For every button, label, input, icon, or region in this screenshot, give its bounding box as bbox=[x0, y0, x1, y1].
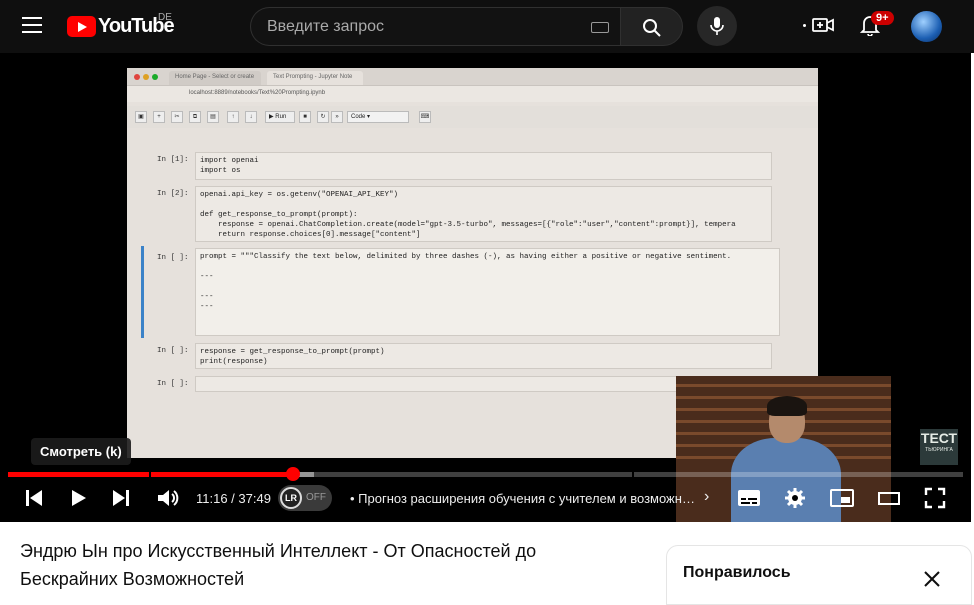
create-video-icon bbox=[812, 18, 834, 32]
move-down-icon: ↓ bbox=[245, 111, 257, 123]
chapter-divider bbox=[632, 472, 634, 477]
keyboard-shortcuts-icon: ⌨ bbox=[419, 111, 431, 123]
play-tooltip: Смотреть (k) bbox=[31, 438, 131, 465]
video-title: Эндрю Ын про Искусственный Интеллект - О… bbox=[20, 541, 537, 589]
maximize-dot-icon bbox=[152, 74, 158, 80]
previous-button[interactable] bbox=[24, 487, 44, 514]
paste-icon: ▤ bbox=[207, 111, 219, 123]
search-input[interactable] bbox=[267, 17, 567, 37]
search-box bbox=[250, 7, 620, 46]
close-icon[interactable] bbox=[923, 570, 941, 588]
progress-bar[interactable] bbox=[8, 467, 963, 481]
run-label: Run bbox=[275, 114, 287, 120]
region-label: DE bbox=[158, 12, 172, 23]
move-up-icon: ↑ bbox=[227, 111, 239, 123]
chapter-title[interactable]: • Прогноз расширения обучения с учителем… bbox=[350, 491, 696, 506]
cell-prompt: In [1]: bbox=[157, 156, 189, 164]
code-cell: response = get_response_to_prompt(prompt… bbox=[195, 343, 772, 369]
masthead: YouTube DE 9+ bbox=[0, 0, 974, 53]
save-icon: ▣ bbox=[135, 111, 147, 123]
cell-type-select: Code ▾ bbox=[347, 111, 409, 123]
url-text: localhost:8889/notebooks/Text%20Promptin… bbox=[189, 90, 326, 96]
settings-button[interactable] bbox=[784, 487, 806, 514]
lr-state: OFF bbox=[306, 492, 326, 503]
youtube-play-icon bbox=[67, 15, 96, 37]
dot-separator bbox=[803, 24, 806, 27]
next-button[interactable] bbox=[111, 487, 131, 514]
cell-type-label: Code bbox=[351, 114, 366, 120]
search-icon bbox=[643, 19, 661, 37]
chapter-divider bbox=[149, 472, 151, 477]
cut-icon: ✂ bbox=[171, 111, 183, 123]
liked-panel-title: Понравилось bbox=[683, 564, 791, 581]
skip-previous-icon bbox=[26, 490, 42, 506]
cell-prompt: In [ ]: bbox=[157, 254, 189, 262]
subtitles-button[interactable] bbox=[737, 487, 761, 514]
theater-mode-button[interactable] bbox=[877, 487, 901, 514]
theater-icon bbox=[878, 492, 900, 505]
cell-prompt: In [ ]: bbox=[157, 380, 189, 388]
progress-scrubber[interactable] bbox=[285, 467, 300, 481]
watermark-subtitle: ТЬЮРИНГА bbox=[925, 447, 953, 453]
fullscreen-icon bbox=[924, 487, 946, 509]
code-cell: openai.api_key = os.getenv("OPENAI_API_K… bbox=[195, 186, 772, 242]
code-cell: import openai import os bbox=[195, 152, 772, 180]
subtitles-icon bbox=[738, 490, 760, 506]
close-dot-icon bbox=[134, 74, 140, 80]
stop-icon: ■ bbox=[299, 111, 311, 123]
microphone-icon bbox=[710, 17, 724, 35]
mute-button[interactable] bbox=[156, 487, 180, 514]
channel-watermark[interactable]: ТЕСТ ТЬЮРИНГА bbox=[920, 429, 958, 465]
search-button[interactable] bbox=[620, 7, 683, 46]
code-cell: prompt = """Classify the text below, del… bbox=[195, 248, 780, 336]
run-button: ▶ Run bbox=[265, 111, 295, 123]
notifications-badge: 9+ bbox=[871, 11, 894, 25]
miniplayer-button[interactable] bbox=[830, 487, 854, 514]
cell-prompt: In [2]: bbox=[157, 190, 189, 198]
create-button[interactable] bbox=[812, 15, 834, 40]
language-reactor-toggle[interactable]: LR OFF bbox=[278, 485, 332, 511]
skip-next-icon bbox=[113, 490, 129, 506]
browser-tab: Text Prompting - Jupyter Note bbox=[267, 71, 363, 85]
restart-icon: ↻ bbox=[317, 111, 329, 123]
video-player[interactable]: Home Page - Select or create Text Prompt… bbox=[0, 53, 971, 522]
miniplayer-icon bbox=[830, 489, 854, 507]
browser-tab-bar: Home Page - Select or create Text Prompt… bbox=[127, 68, 818, 86]
cell-prompt: In [ ]: bbox=[157, 347, 189, 355]
fast-forward-icon: » bbox=[331, 111, 343, 123]
voice-search-button[interactable] bbox=[697, 6, 737, 46]
play-icon bbox=[72, 490, 86, 506]
copy-icon: ⧉ bbox=[189, 111, 201, 123]
notebook-toolbar: ▣ + ✂ ⧉ ▤ ↑ ↓ ▶ Run ■ ↻ » Code ▾ ⌨ bbox=[127, 106, 818, 128]
menu-icon[interactable] bbox=[22, 17, 42, 33]
liked-panel: Понравилось bbox=[666, 545, 972, 605]
chevron-right-icon[interactable]: › bbox=[704, 488, 709, 506]
speaker-hair bbox=[767, 396, 807, 416]
time-display: 11:16 / 37:49 bbox=[196, 491, 271, 506]
play-button[interactable] bbox=[68, 487, 88, 514]
add-cell-icon: + bbox=[153, 111, 165, 123]
gear-icon bbox=[785, 488, 805, 508]
avatar[interactable] bbox=[911, 11, 942, 42]
keyboard-icon[interactable] bbox=[591, 22, 609, 33]
browser-tab: Home Page - Select or create bbox=[169, 71, 261, 85]
fullscreen-button[interactable] bbox=[924, 487, 946, 514]
volume-icon bbox=[158, 490, 179, 506]
address-bar: localhost:8889/notebooks/Text%20Promptin… bbox=[127, 86, 818, 102]
lr-icon: LR bbox=[280, 487, 302, 509]
minimize-dot-icon bbox=[143, 74, 149, 80]
